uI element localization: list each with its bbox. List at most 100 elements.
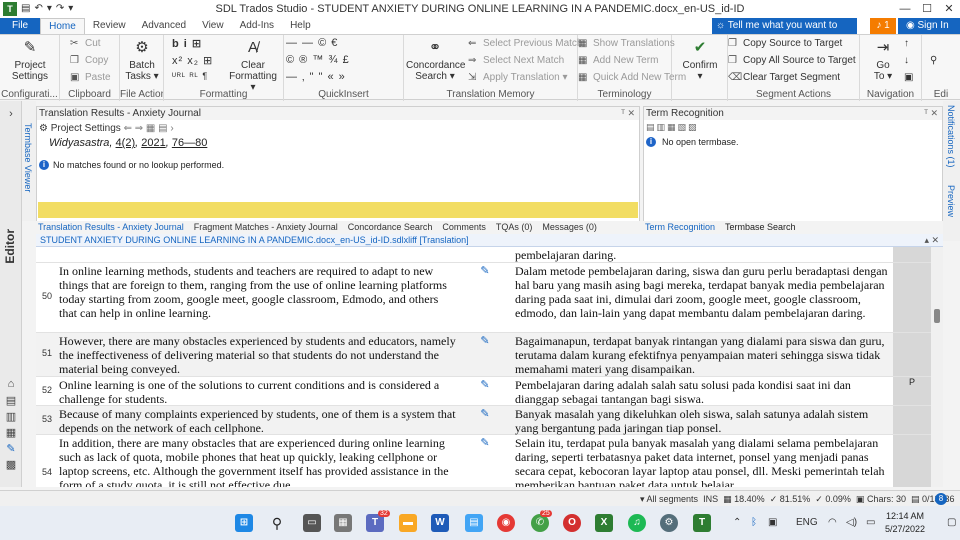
projects-view-icon[interactable]: ▤ (4, 394, 18, 408)
copy-button[interactable]: ❐ Copy (70, 54, 108, 68)
sign-in-button[interactable]: ◉ Sign In (898, 18, 960, 34)
nav-arrows-icon[interactable]: ⇐ ⇒ ▦ ▤ › (124, 123, 174, 134)
table-row[interactable]: 52 Online learning is one of the solutio… (36, 377, 931, 406)
copy-source-to-target-button[interactable]: ❐ Copy Source to Target (728, 37, 842, 51)
project-settings-button[interactable]: ✎ Project Settings (6, 38, 54, 82)
apply-translation-button[interactable]: ⇲ Apply Translation ▾ (468, 71, 568, 85)
notification-center-icon[interactable]: ▢ (947, 506, 956, 540)
select-previous-match-button[interactable]: ⇐ Select Previous Match (468, 37, 583, 51)
bold-italic-buttons[interactable]: b i ⊞ (172, 37, 202, 50)
tag-buttons[interactable]: ᵁᴿᴸ ᴿᴸ ¶ (172, 71, 208, 81)
expand-chevron-icon[interactable]: › (4, 107, 18, 121)
editor-tab-controls[interactable]: ▴ ✕ (924, 234, 939, 247)
tab-home[interactable]: Home (40, 18, 85, 34)
tab-messages[interactable]: Messages (0) (542, 221, 597, 234)
tray-chevron-icon[interactable]: ⌃ (733, 506, 741, 540)
quickinsert-row1[interactable]: — — © € (286, 37, 338, 49)
notifications-side-tab[interactable]: Notifications (1) (946, 105, 956, 168)
notifications-button[interactable]: ♪ 1 (870, 18, 896, 34)
preview-side-tab[interactable]: Preview (946, 185, 956, 217)
notepad-icon[interactable]: ▤ (465, 514, 483, 532)
opera-icon[interactable]: O (563, 514, 581, 532)
paste-button[interactable]: ▣ Paste (70, 71, 111, 85)
minimize-icon[interactable]: — (894, 0, 916, 18)
tray-app-icon[interactable]: ▣ (768, 506, 777, 540)
quickinsert-row3[interactable]: — ‚ " " « » (286, 71, 346, 83)
tab-view[interactable]: View (194, 18, 232, 34)
settings-gear-icon[interactable]: ⚙ (39, 123, 51, 134)
cut-button[interactable]: ✂ Cut (70, 37, 101, 51)
editor-scrollbar[interactable] (931, 247, 943, 487)
trados-taskbar-icon[interactable]: T (693, 514, 711, 532)
target-text[interactable]: Bagaimanapun, terdapat banyak rintangan … (515, 334, 890, 376)
confirm-button[interactable]: ✔ Confirm ▾ (678, 38, 722, 82)
calculator-icon[interactable]: ▦ (334, 514, 352, 532)
quick-add-term-button[interactable]: ▦ Quick Add New Term (578, 71, 686, 85)
pin-icon[interactable]: ᵀ ✕ (924, 107, 938, 120)
status-notification-badge[interactable]: 8 (935, 493, 947, 505)
editor-view-icon[interactable]: ✎ (4, 442, 18, 456)
tab-fragment-matches[interactable]: Fragment Matches - Anxiety Journal (194, 221, 338, 234)
nav-bookmark-icon[interactable]: ▣ (904, 71, 913, 85)
tab-add-ins[interactable]: Add-Ins (232, 18, 282, 34)
quickinsert-row2[interactable]: © ® ™ ¾ £ (286, 54, 350, 66)
tab-concordance-search[interactable]: Concordance Search (348, 221, 433, 234)
target-text[interactable]: Dalam metode pembelajaran daring, siswa … (515, 264, 890, 320)
tab-tqas[interactable]: TQAs (0) (496, 221, 533, 234)
table-row[interactable]: 53 Because of many complaints experience… (36, 406, 931, 435)
search-icon[interactable]: ⚲ (268, 514, 286, 532)
target-text[interactable]: Selain itu, terdapat pula banyak masalah… (515, 436, 890, 487)
tab-file[interactable]: File (0, 18, 41, 34)
target-text[interactable]: Banyak masalah yang dikeluhkan oleh sisw… (515, 407, 890, 435)
termbase-viewer-tab[interactable]: Termbase Viewer (22, 101, 36, 221)
table-row[interactable]: 54 In addition, there are many obstacles… (36, 435, 931, 487)
tab-term-recognition[interactable]: Term Recognition (645, 221, 715, 234)
excel-icon[interactable]: X (595, 514, 613, 532)
volume-icon[interactable]: ◁) (846, 506, 857, 540)
concordance-search-button[interactable]: ⚭ Concordance Search ▾ (406, 38, 465, 82)
table-row[interactable]: 50 In online learning methods, students … (36, 263, 931, 333)
bluetooth-icon[interactable]: ᛒ (751, 506, 757, 540)
file-explorer-icon[interactable]: ▬ (399, 514, 417, 532)
home-view-icon[interactable]: ⌂ (4, 377, 18, 391)
clear-target-segment-button[interactable]: ⌫Clear Target Segment (728, 71, 840, 85)
wifi-icon[interactable]: ◠ (828, 506, 837, 540)
close-icon[interactable]: ✕ (938, 0, 960, 18)
project-settings-link[interactable]: Project Settings (51, 123, 121, 134)
go-to-button[interactable]: ⇥ Go To ▾ (864, 38, 902, 82)
batch-tasks-button[interactable]: ⚙ Batch Tasks ▾ (124, 38, 160, 82)
clear-formatting-button[interactable]: A̸ Clear Formatting ▾ (226, 38, 280, 93)
files-view-icon[interactable]: ▥ (4, 410, 18, 424)
word-icon[interactable]: W (431, 514, 449, 532)
tm-view-icon[interactable]: ▩ (4, 458, 18, 472)
nav-up-icon[interactable]: ↑ (904, 37, 909, 51)
add-new-term-button[interactable]: ▦ Add New Term (578, 54, 658, 68)
maximize-icon[interactable]: ☐ (916, 0, 938, 18)
target-text[interactable]: Pembelajaran daring adalah salah satu so… (515, 378, 890, 406)
tab-comments[interactable]: Comments (442, 221, 486, 234)
segment-filter[interactable]: All segments (647, 494, 699, 504)
language-indicator[interactable]: ENG (796, 506, 818, 540)
term-toolbar-icons[interactable]: ▤▥▦▧▨ (646, 122, 699, 133)
system-clock[interactable]: 12:14 AM 5/27/2022 (885, 510, 925, 536)
tab-termbase-search[interactable]: Termbase Search (725, 221, 796, 234)
table-row[interactable]: pembelajaran daring. (36, 247, 931, 263)
table-row[interactable]: 51 However, there are many obstacles exp… (36, 333, 931, 377)
battery-icon[interactable]: ▭ (866, 506, 875, 540)
pin-icon[interactable]: ᵀ ✕ (621, 107, 635, 120)
find-icon[interactable]: ⚲ (930, 54, 937, 68)
show-translations-button[interactable]: ▦ Show Translations (578, 37, 675, 51)
nav-down-icon[interactable]: ↓ (904, 54, 909, 68)
spotify-icon[interactable]: ♫ (628, 514, 646, 532)
start-windows-icon[interactable]: ⊞ (235, 514, 253, 532)
copy-all-source-button[interactable]: ❐ Copy All Source to Target (728, 54, 856, 68)
settings-icon[interactable]: ⚙ (660, 514, 678, 532)
tab-advanced[interactable]: Advanced (134, 18, 194, 34)
tab-translation-results[interactable]: Translation Results - Anxiety Journal (38, 221, 184, 234)
tab-review[interactable]: Review (85, 18, 134, 34)
chrome-icon[interactable]: ◉ (497, 514, 515, 532)
task-view-icon[interactable]: ▭ (303, 514, 321, 532)
scrollbar-thumb[interactable] (934, 309, 940, 323)
tell-me-search[interactable]: ☼ Tell me what you want to do... (712, 18, 857, 47)
reports-view-icon[interactable]: ▦ (4, 426, 18, 440)
